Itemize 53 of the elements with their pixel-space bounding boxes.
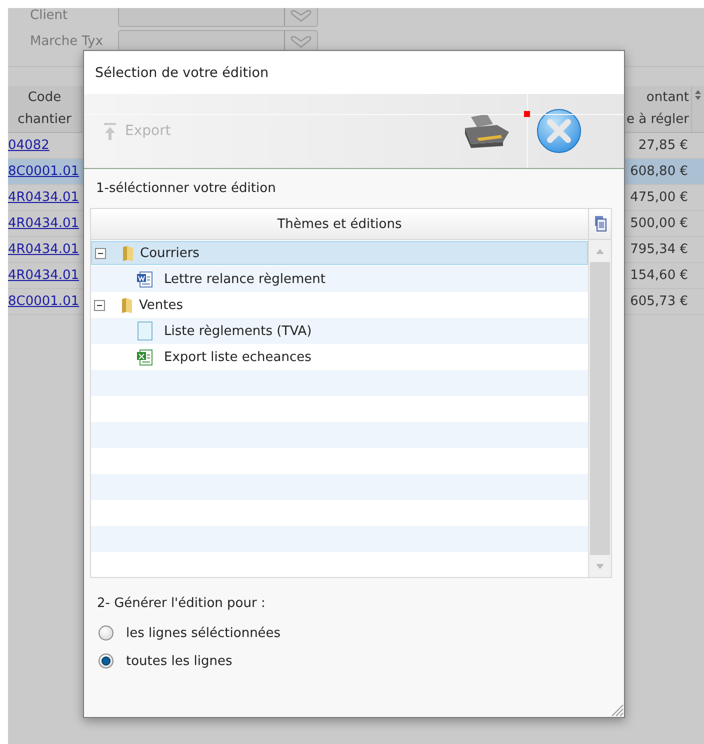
folder-icon [122,244,134,262]
upload-icon [103,122,117,140]
table-cell-text: 27,85 € [637,137,689,155]
scrollbar[interactable] [588,240,611,577]
sort-icon[interactable] [694,90,702,100]
word-document-icon [136,270,154,288]
radio-button[interactable] [98,625,114,641]
close-button[interactable] [536,108,582,154]
column-header: Thèmes et éditions [277,216,402,232]
dropdown-field[interactable] [118,8,318,27]
tree-item[interactable]: Export liste echeances [91,345,588,369]
table-cell-text: 500,00 € [629,215,689,233]
section-label: 1-séléctionner votre édition [96,181,277,196]
section-label: 2- Générer l'édition pour : [97,596,266,611]
table-cell-text: 154,60 € [629,267,689,285]
table-cell-text: 608,80 € [629,163,689,181]
folder-icon [121,296,133,314]
scroll-down-icon[interactable] [596,564,604,568]
column-header: ontant [646,89,689,107]
code-link[interactable]: 4R0434.01 [8,242,80,257]
radio-label[interactable]: les lignes séléctionnées [126,626,281,640]
tree-item[interactable]: Courriers [91,241,588,265]
radio-label[interactable]: toutes les lignes [126,654,232,668]
code-link[interactable]: 4R0434.01 [8,268,80,283]
field-label: Marche Tyx [30,34,104,49]
column-header: e à régler [626,111,689,129]
field-label: Client [30,8,69,23]
table-cell-text: 475,00 € [629,189,689,207]
column-header: chantier [18,111,72,129]
code-link[interactable]: 04082 [8,138,50,153]
code-link[interactable]: 8C0001.01 [8,294,80,309]
code-link[interactable]: 8C0001.01 [8,164,80,179]
radio-button[interactable] [98,653,114,669]
code-link[interactable]: 4R0434.01 [8,216,80,231]
status-marker [524,111,530,117]
printer-icon[interactable] [463,114,509,148]
columns-icon[interactable] [594,216,606,232]
collapse-icon[interactable] [94,300,105,310]
collapse-icon[interactable] [95,248,106,258]
chevron-down-icon[interactable] [289,36,313,48]
code-link[interactable]: 4R0434.01 [8,190,80,205]
resize-grip-icon[interactable] [610,703,624,717]
close-icon [536,108,582,154]
dialog-title: Sélection de votre édition [95,64,269,80]
document-icon [136,321,154,341]
tree-item[interactable]: Ventes [91,293,588,317]
tree-item[interactable]: Lettre relance règlement [91,267,588,291]
tree-item[interactable]: Liste règlements (TVA) [91,319,588,343]
scroll-up-icon[interactable] [596,248,604,254]
spreadsheet-icon [136,348,154,366]
table-cell-text: 605,73 € [629,293,689,311]
column-header: Code [28,89,62,107]
table-cell-text: 795,34 € [629,241,689,259]
